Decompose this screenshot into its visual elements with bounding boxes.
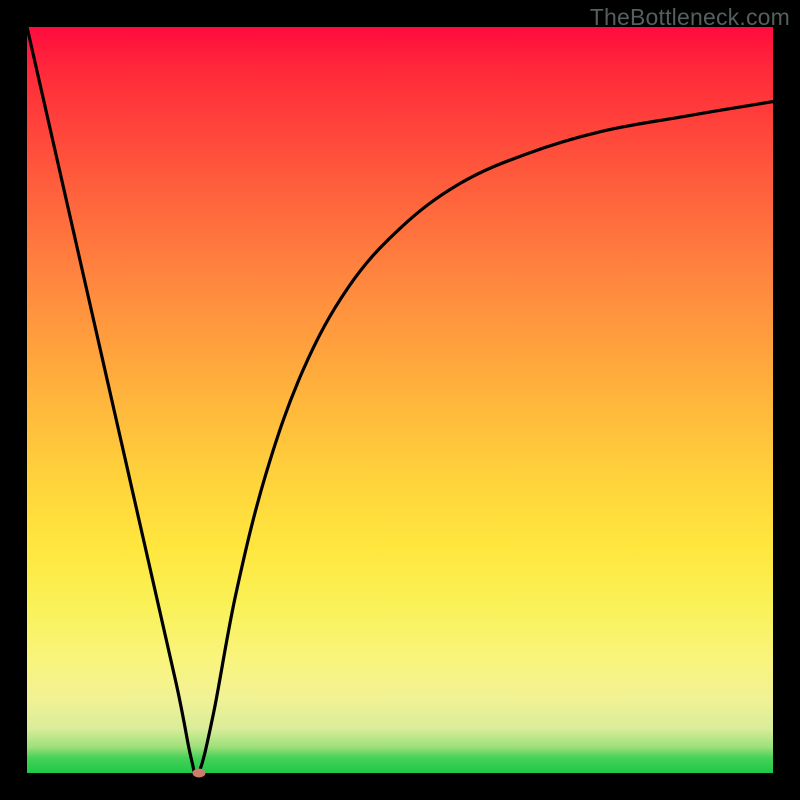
- chart-plot-area: [27, 27, 773, 773]
- chart-marker-dot: [192, 769, 205, 778]
- chart-background-gradient: [27, 27, 773, 773]
